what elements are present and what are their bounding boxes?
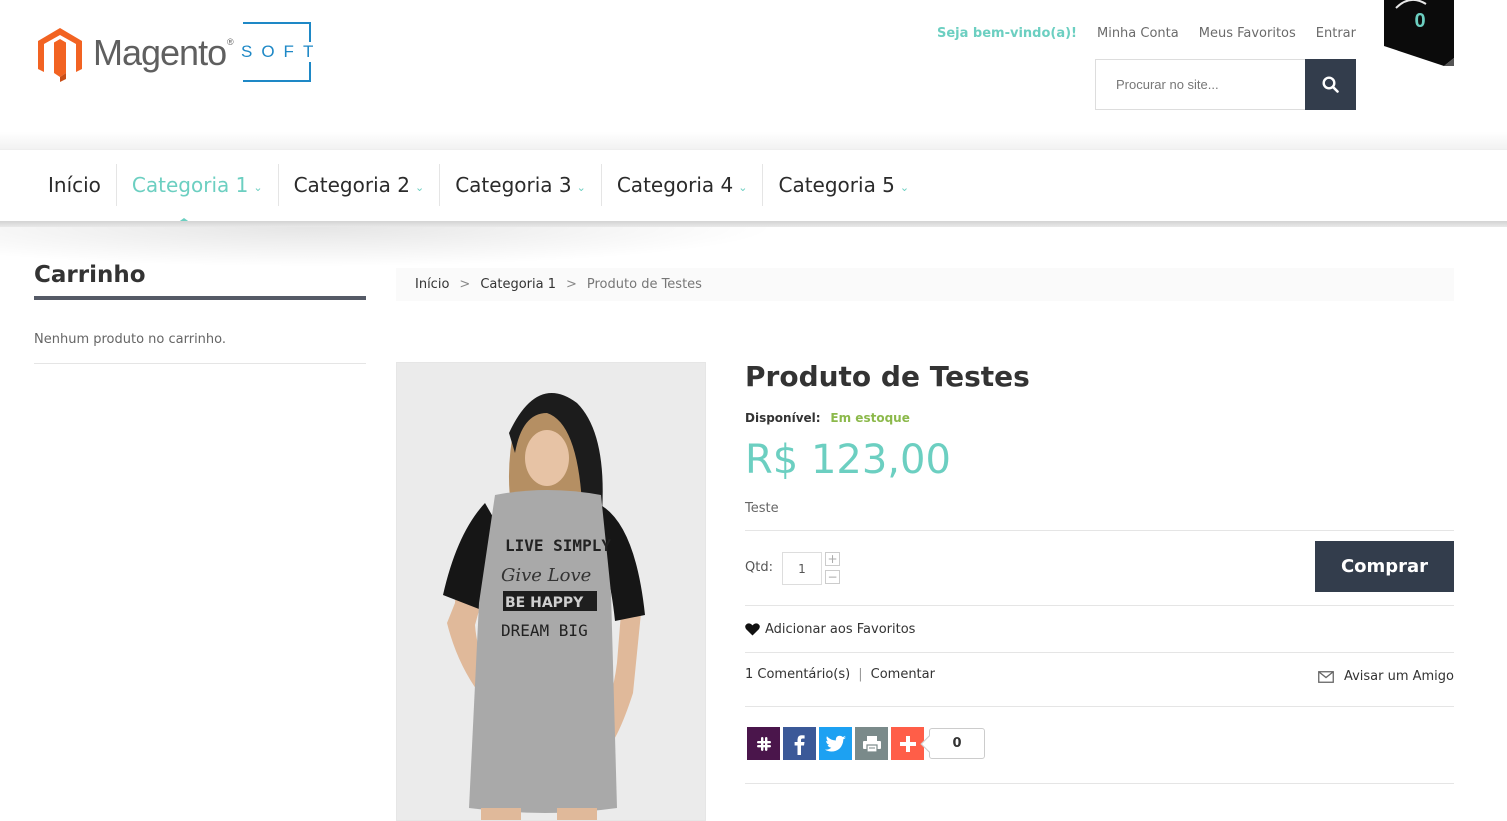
facebook-icon <box>794 734 805 755</box>
cart-count: 0 <box>1414 10 1426 32</box>
site-header: Magento ® SOFT Seja bem-vindo(a)! Minha … <box>0 0 1507 132</box>
product-image[interactable]: LIVE SIMPLY Give Love BE HAPPY DREAM BIG <box>396 362 706 821</box>
site-logo[interactable]: Magento ® SOFT <box>36 22 326 84</box>
qty-input[interactable] <box>782 552 822 585</box>
printer-icon <box>862 735 881 753</box>
sidebar-title: Carrinho <box>34 262 146 288</box>
chevron-down-icon: ⌄ <box>414 180 425 194</box>
chevron-down-icon: ⌄ <box>253 180 263 194</box>
cart-badge[interactable]: 0 <box>1384 0 1454 66</box>
nav-item-label: Categoria 5 <box>778 173 895 197</box>
twitter-icon <box>824 735 846 751</box>
tell-friend-label: Avisar um Amigo <box>1343 669 1454 684</box>
envelope-icon <box>1318 670 1334 683</box>
add-to-favorites-link[interactable]: Adicionar aos Favoritos <box>765 622 915 637</box>
add-to-cart-row: Qtd: + − Comprar <box>745 531 1454 606</box>
slack-share-button[interactable] <box>747 727 780 760</box>
links-divider: | <box>858 667 863 682</box>
magento-logo-icon <box>38 28 82 82</box>
product-info: Produto de Testes Disponível: Em estoque… <box>745 360 1454 784</box>
product-description: Teste <box>745 501 1454 531</box>
logo-registered-mark: ® <box>227 37 234 47</box>
product-title: Produto de Testes <box>745 360 1030 393</box>
welcome-text: Seja bem-vindo(a)! <box>936 26 1077 41</box>
breadcrumb-home[interactable]: Início <box>415 277 449 292</box>
search-input[interactable] <box>1095 59 1305 110</box>
print-line-2: Give Love <box>501 565 591 586</box>
slack-icon <box>756 736 771 751</box>
search-button[interactable] <box>1305 59 1356 110</box>
chevron-down-icon: ⌄ <box>576 180 586 194</box>
availability-value: Em estoque <box>830 411 910 425</box>
share-count: 0 <box>929 728 985 759</box>
nav-item-label: Categoria 3 <box>455 173 572 197</box>
share-row: 0 <box>745 707 1454 784</box>
add-to-favorites-row: Adicionar aos Favoritos <box>745 606 1454 653</box>
breadcrumb-current: Produto de Testes <box>586 277 702 292</box>
nav-item-label: Categoria 2 <box>293 173 410 197</box>
search-form <box>1095 59 1356 110</box>
logo-soft-text: SOFT <box>238 42 326 62</box>
qty-label: Qtd: <box>745 560 773 575</box>
nav-shadow <box>0 227 780 267</box>
product-photo: LIVE SIMPLY Give Love BE HAPPY DREAM BIG <box>397 363 705 820</box>
nav-item-label: Início <box>48 173 101 197</box>
main-navigation: Início Categoria 1 ⌄ Categoria 2 ⌄ Categor… <box>0 149 1507 226</box>
print-share-button[interactable] <box>855 727 888 760</box>
add-comment-link[interactable]: Comentar <box>871 667 935 682</box>
nav-top-shadow <box>0 132 1507 150</box>
nav-item-inicio[interactable]: Início <box>33 164 116 206</box>
nav-item-categoria-4[interactable]: Categoria 4 ⌄ <box>600 164 763 206</box>
buy-button[interactable]: Comprar <box>1315 541 1454 592</box>
reviews-links: 1 Comentário(s) | Comentar <box>745 667 935 682</box>
top-links: Seja bem-vindo(a)! Minha Conta Meus Favo… <box>937 26 1356 41</box>
twitter-share-button[interactable] <box>819 727 852 760</box>
facebook-share-button[interactable] <box>783 727 816 760</box>
qty-decrease-button[interactable]: − <box>825 570 840 584</box>
empty-cart-text: Nenhum produto no carrinho. <box>34 332 366 364</box>
tell-friend[interactable]: Avisar um Amigo <box>1318 669 1454 684</box>
cart-sidebar: Carrinho Nenhum produto no carrinho. <box>34 262 366 364</box>
nav-item-categoria-3[interactable]: Categoria 3 ⌄ <box>439 164 601 206</box>
my-favorites-link[interactable]: Meus Favoritos <box>1199 26 1296 41</box>
search-icon <box>1322 76 1339 93</box>
breadcrumb-separator: > <box>565 277 577 292</box>
comments-count-link[interactable]: 1 Comentário(s) <box>745 667 850 682</box>
print-line-1: LIVE SIMPLY <box>505 536 611 555</box>
nav-item-categoria-5[interactable]: Categoria 5 ⌄ <box>762 164 924 206</box>
product-price: R$ 123,00 <box>745 437 951 483</box>
share-buttons <box>747 727 924 760</box>
my-account-link[interactable]: Minha Conta <box>1097 26 1179 41</box>
nav-item-label: Categoria 1 <box>131 173 249 197</box>
nav-item-label: Categoria 4 <box>616 173 734 197</box>
availability: Disponível: Em estoque <box>745 411 1454 425</box>
nav-item-categoria-1[interactable]: Categoria 1 ⌄ <box>115 164 278 226</box>
availability-label: Disponível: <box>745 411 821 425</box>
heart-icon <box>745 622 760 636</box>
breadcrumb-category[interactable]: Categoria 1 <box>480 277 556 292</box>
login-link[interactable]: Entrar <box>1316 26 1356 41</box>
breadcrumb-separator: > <box>459 277 471 292</box>
chevron-down-icon: ⌄ <box>738 180 748 194</box>
print-line-4: DREAM BIG <box>501 621 588 640</box>
sidebar-title-underline <box>34 296 366 300</box>
reviews-row: 1 Comentário(s) | Comentar Avisar um Amigo <box>745 653 1454 707</box>
qty-increase-button[interactable]: + <box>825 552 840 566</box>
logo-brand-text: Magento <box>93 32 227 73</box>
breadcrumb: Início > Categoria 1 > Produto de Testes <box>396 268 1454 301</box>
chevron-down-icon: ⌄ <box>899 180 910 194</box>
print-line-3: BE HAPPY <box>505 595 584 611</box>
nav-item-categoria-2[interactable]: Categoria 2 ⌄ <box>277 164 440 206</box>
plus-icon <box>899 735 916 752</box>
